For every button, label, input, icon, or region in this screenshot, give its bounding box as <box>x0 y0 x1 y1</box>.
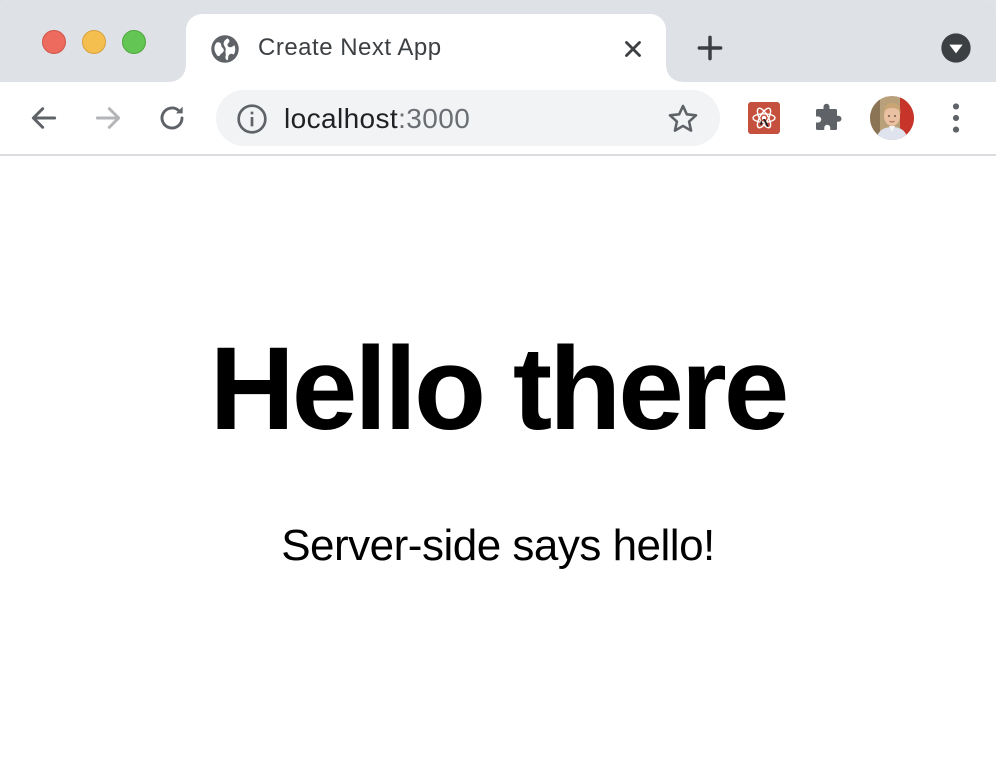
puzzle-icon[interactable] <box>810 100 846 136</box>
window-close-button[interactable] <box>42 30 66 54</box>
info-icon[interactable] <box>236 103 268 135</box>
window-zoom-button[interactable] <box>122 30 146 54</box>
close-icon[interactable] <box>620 36 646 62</box>
tab-title: Create Next App <box>258 34 442 61</box>
tab-strip: Create Next App <box>0 0 996 82</box>
window-minimize-button[interactable] <box>82 30 106 54</box>
url-text[interactable]: localhost:3000 <box>284 103 470 135</box>
url-port: :3000 <box>398 103 471 134</box>
browser-window: Create Next App localhost:3000 Hello the… <box>0 0 996 782</box>
reload-icon <box>160 106 184 130</box>
kebab-menu-icon[interactable] <box>940 100 972 136</box>
url-host: localhost <box>284 103 399 134</box>
arrow-right-icon <box>95 107 121 129</box>
page-viewport: Hello there Server-side says hello! <box>0 156 996 782</box>
star-icon[interactable] <box>666 102 700 136</box>
plus-icon[interactable] <box>694 32 726 64</box>
reload-button[interactable] <box>152 98 192 138</box>
react-icon <box>752 107 776 129</box>
profile-picture <box>870 96 914 140</box>
chevron-down-circle-icon[interactable] <box>940 32 972 64</box>
back-button[interactable] <box>24 98 64 138</box>
forward-button[interactable] <box>88 98 128 138</box>
arrow-left-icon <box>31 107 57 129</box>
globe-icon <box>211 35 239 63</box>
page-heading: Hello there <box>209 323 790 455</box>
address-bar[interactable]: localhost:3000 <box>216 90 720 146</box>
tab-create-next-app[interactable]: Create Next App <box>170 14 682 82</box>
avatar[interactable] <box>870 96 914 140</box>
browser-toolbar: localhost:3000 <box>0 82 996 156</box>
server-message: Server-side says hello! <box>281 521 715 570</box>
react-devtools-extension-button[interactable] <box>748 102 780 134</box>
